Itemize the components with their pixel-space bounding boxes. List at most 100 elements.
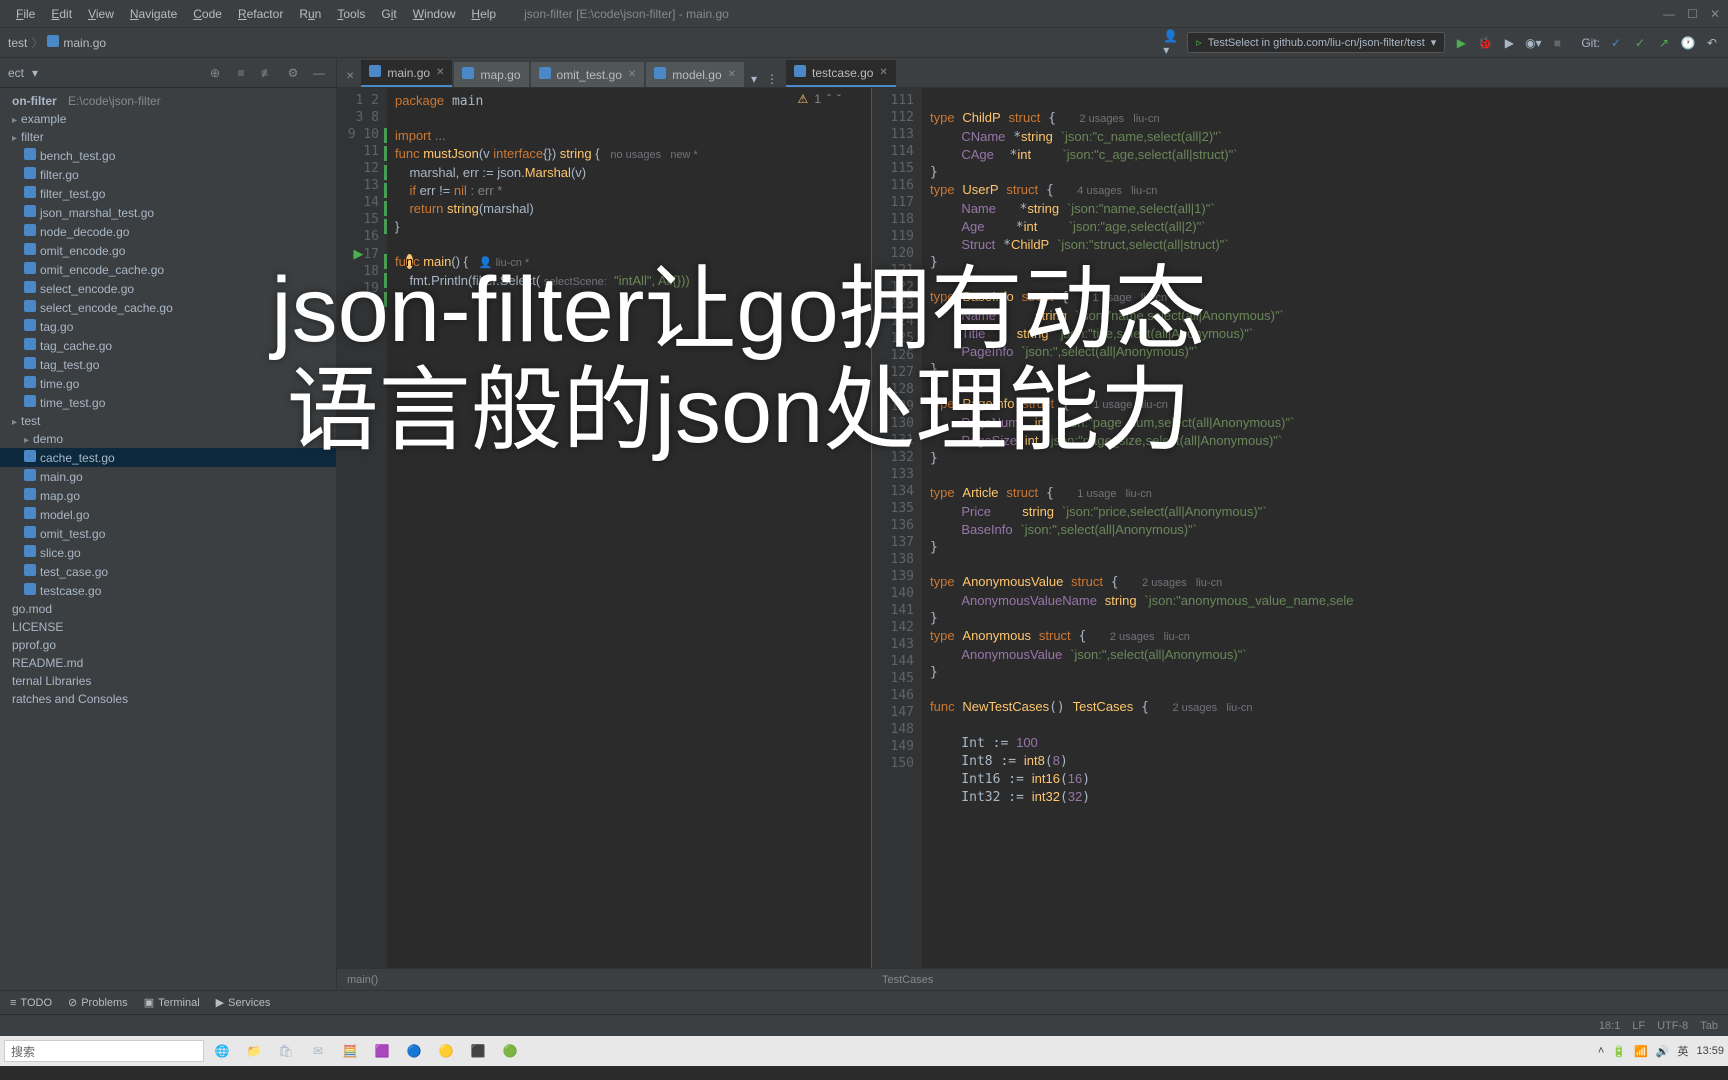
tree-root[interactable]: on-filter E:\code\json-filter	[0, 92, 336, 110]
tree-file[interactable]: tag.go	[0, 317, 336, 336]
tree-folder-test[interactable]: test	[0, 412, 336, 430]
tree-file[interactable]: select_encode.go	[0, 279, 336, 298]
services-tab[interactable]: ▶Services	[216, 996, 271, 1009]
menu-edit[interactable]: Edit	[43, 3, 80, 25]
close-tab-icon[interactable]: ✕	[728, 69, 736, 80]
project-tree[interactable]: on-filter E:\code\json-filter example fi…	[0, 88, 336, 990]
tree-file[interactable]: node_decode.go	[0, 222, 336, 241]
wifi-icon[interactable]: 📶	[1634, 1045, 1648, 1058]
gutter-left[interactable]: 1 2 3 8 9 10 11 12 13 14 15 16 ▶17 18 19	[337, 88, 387, 968]
tree-folder-filter[interactable]: filter	[0, 128, 336, 146]
app-explorer[interactable]: 📁	[240, 1037, 268, 1065]
hide-icon[interactable]: —	[310, 64, 328, 82]
tree-file[interactable]: testcase.go	[0, 581, 336, 600]
project-select[interactable]: ect	[8, 66, 24, 80]
breadcrumb-file[interactable]: main.go	[63, 36, 106, 50]
coverage-button[interactable]: ▶	[1501, 35, 1517, 51]
tree-folder-example[interactable]: example	[0, 110, 336, 128]
close-all-left-icon[interactable]: ✕	[341, 66, 359, 87]
chevron-down-icon[interactable]: ▾	[32, 66, 38, 80]
minimize-icon[interactable]: —	[1663, 7, 1675, 21]
line-separator[interactable]: LF	[1632, 1020, 1645, 1032]
editor-left[interactable]: ⚠ 1 ˆ ˇ 1 2 3 8 9 10 11 12 13 14 15 16 ▶…	[337, 88, 872, 968]
tree-file[interactable]: select_encode_cache.go	[0, 298, 336, 317]
close-tab-icon[interactable]: ✕	[879, 67, 887, 78]
close-tab-icon[interactable]: ✕	[436, 67, 444, 78]
tree-file[interactable]: test_case.go	[0, 562, 336, 581]
todo-tab[interactable]: ≡TODO	[10, 997, 52, 1009]
app-goland[interactable]: 🟪	[368, 1037, 396, 1065]
breadcrumb-right[interactable]: TestCases	[872, 968, 1728, 990]
cursor-position[interactable]: 18:1	[1599, 1020, 1620, 1032]
menu-tools[interactable]: Tools	[329, 3, 373, 25]
tree-file[interactable]: omit_encode_cache.go	[0, 260, 336, 279]
tray-up-icon[interactable]: ˄	[1598, 1045, 1604, 1057]
tree-scratches[interactable]: ratches and Consoles	[0, 690, 336, 708]
tree-external-libraries[interactable]: ternal Libraries	[0, 672, 336, 690]
tree-file[interactable]: omit_test.go	[0, 524, 336, 543]
terminal-tab[interactable]: ▣Terminal	[144, 996, 200, 1009]
tree-file[interactable]: filter_test.go	[0, 184, 336, 203]
profile-button[interactable]: ◉▾	[1525, 35, 1541, 51]
tab-omit-test[interactable]: omit_test.go✕	[531, 62, 645, 87]
menu-run[interactable]: Run	[291, 3, 329, 25]
locate-icon[interactable]: ⊕	[206, 64, 224, 82]
tab-main[interactable]: main.go✕	[361, 60, 452, 87]
code-right[interactable]: type ChildP struct { 2 usages liu-cn CNa…	[922, 88, 1728, 968]
gutter-right[interactable]: 111 112 113 114 115 116 117 118 119 120 …	[872, 88, 922, 968]
close-icon[interactable]: ✕	[1710, 7, 1720, 21]
tab-testcase[interactable]: testcase.go✕	[786, 60, 896, 87]
tree-file[interactable]: tag_test.go	[0, 355, 336, 374]
tree-folder-demo[interactable]: demo	[0, 430, 336, 448]
problems-tab[interactable]: ⊘Problems	[68, 996, 128, 1009]
tree-file[interactable]: bench_test.go	[0, 146, 336, 165]
ime-icon[interactable]: 英	[1677, 1043, 1688, 1059]
tree-file[interactable]: time_test.go	[0, 393, 336, 412]
menu-git[interactable]: Git	[373, 3, 404, 25]
settings-icon[interactable]: ⚙	[284, 64, 302, 82]
tree-file[interactable]: LICENSE	[0, 618, 336, 636]
tab-map[interactable]: map.go	[454, 62, 528, 87]
volume-icon[interactable]: 🔊	[1656, 1045, 1670, 1058]
battery-icon[interactable]: 🔋	[1612, 1045, 1626, 1058]
git-push-icon[interactable]: ↗	[1656, 35, 1672, 51]
git-rollback-icon[interactable]: ↶	[1704, 35, 1720, 51]
maximize-icon[interactable]: ☐	[1687, 7, 1698, 21]
debug-button[interactable]: 🐞	[1477, 35, 1493, 51]
breadcrumb[interactable]: test 〉 main.go	[8, 34, 106, 51]
app-calculator[interactable]: 🧮	[336, 1037, 364, 1065]
tree-file[interactable]: main.go	[0, 467, 336, 486]
tree-file[interactable]: tag_cache.go	[0, 336, 336, 355]
stop-button[interactable]: ■	[1549, 35, 1565, 51]
git-commit-icon[interactable]: ✓	[1632, 35, 1648, 51]
tree-file[interactable]: filter.go	[0, 165, 336, 184]
close-tab-icon[interactable]: ✕	[628, 69, 636, 80]
tree-file[interactable]: pprof.go	[0, 636, 336, 654]
app-other1[interactable]: 🟡	[432, 1037, 460, 1065]
tree-file[interactable]: time.go	[0, 374, 336, 393]
tab-model[interactable]: model.go✕	[646, 62, 744, 87]
tree-file[interactable]: go.mod	[0, 600, 336, 618]
app-other3[interactable]: 🟢	[496, 1037, 524, 1065]
tree-file[interactable]: omit_encode.go	[0, 241, 336, 260]
breadcrumb-left[interactable]: main()	[337, 968, 872, 990]
more-tabs-icon[interactable]: ▾	[746, 71, 762, 87]
tree-file[interactable]: model.go	[0, 505, 336, 524]
app-mail[interactable]: ✉	[304, 1037, 332, 1065]
run-button[interactable]: ▶	[1453, 35, 1469, 51]
run-config-dropdown[interactable]: ▹ TestSelect in github.com/liu-cn/json-f…	[1187, 32, 1445, 53]
editor-right[interactable]: 111 112 113 114 115 116 117 118 119 120 …	[872, 88, 1728, 968]
search-input[interactable]	[4, 1040, 204, 1062]
code-left[interactable]: package main import ... func mustJson(v …	[387, 88, 871, 968]
menu-file[interactable]: File	[8, 3, 43, 25]
tabs-menu-icon[interactable]: ⋮	[764, 71, 780, 87]
collapse-icon[interactable]: ≢	[258, 64, 276, 82]
menu-refactor[interactable]: Refactor	[230, 3, 291, 25]
app-edge[interactable]: 🌐	[208, 1037, 236, 1065]
app-other2[interactable]: ⬛	[464, 1037, 492, 1065]
menu-navigate[interactable]: Navigate	[122, 3, 185, 25]
menu-window[interactable]: Window	[405, 3, 464, 25]
breadcrumb-root[interactable]: test	[8, 36, 27, 50]
tree-file[interactable]: json_marshal_test.go	[0, 203, 336, 222]
menu-view[interactable]: View	[80, 3, 122, 25]
